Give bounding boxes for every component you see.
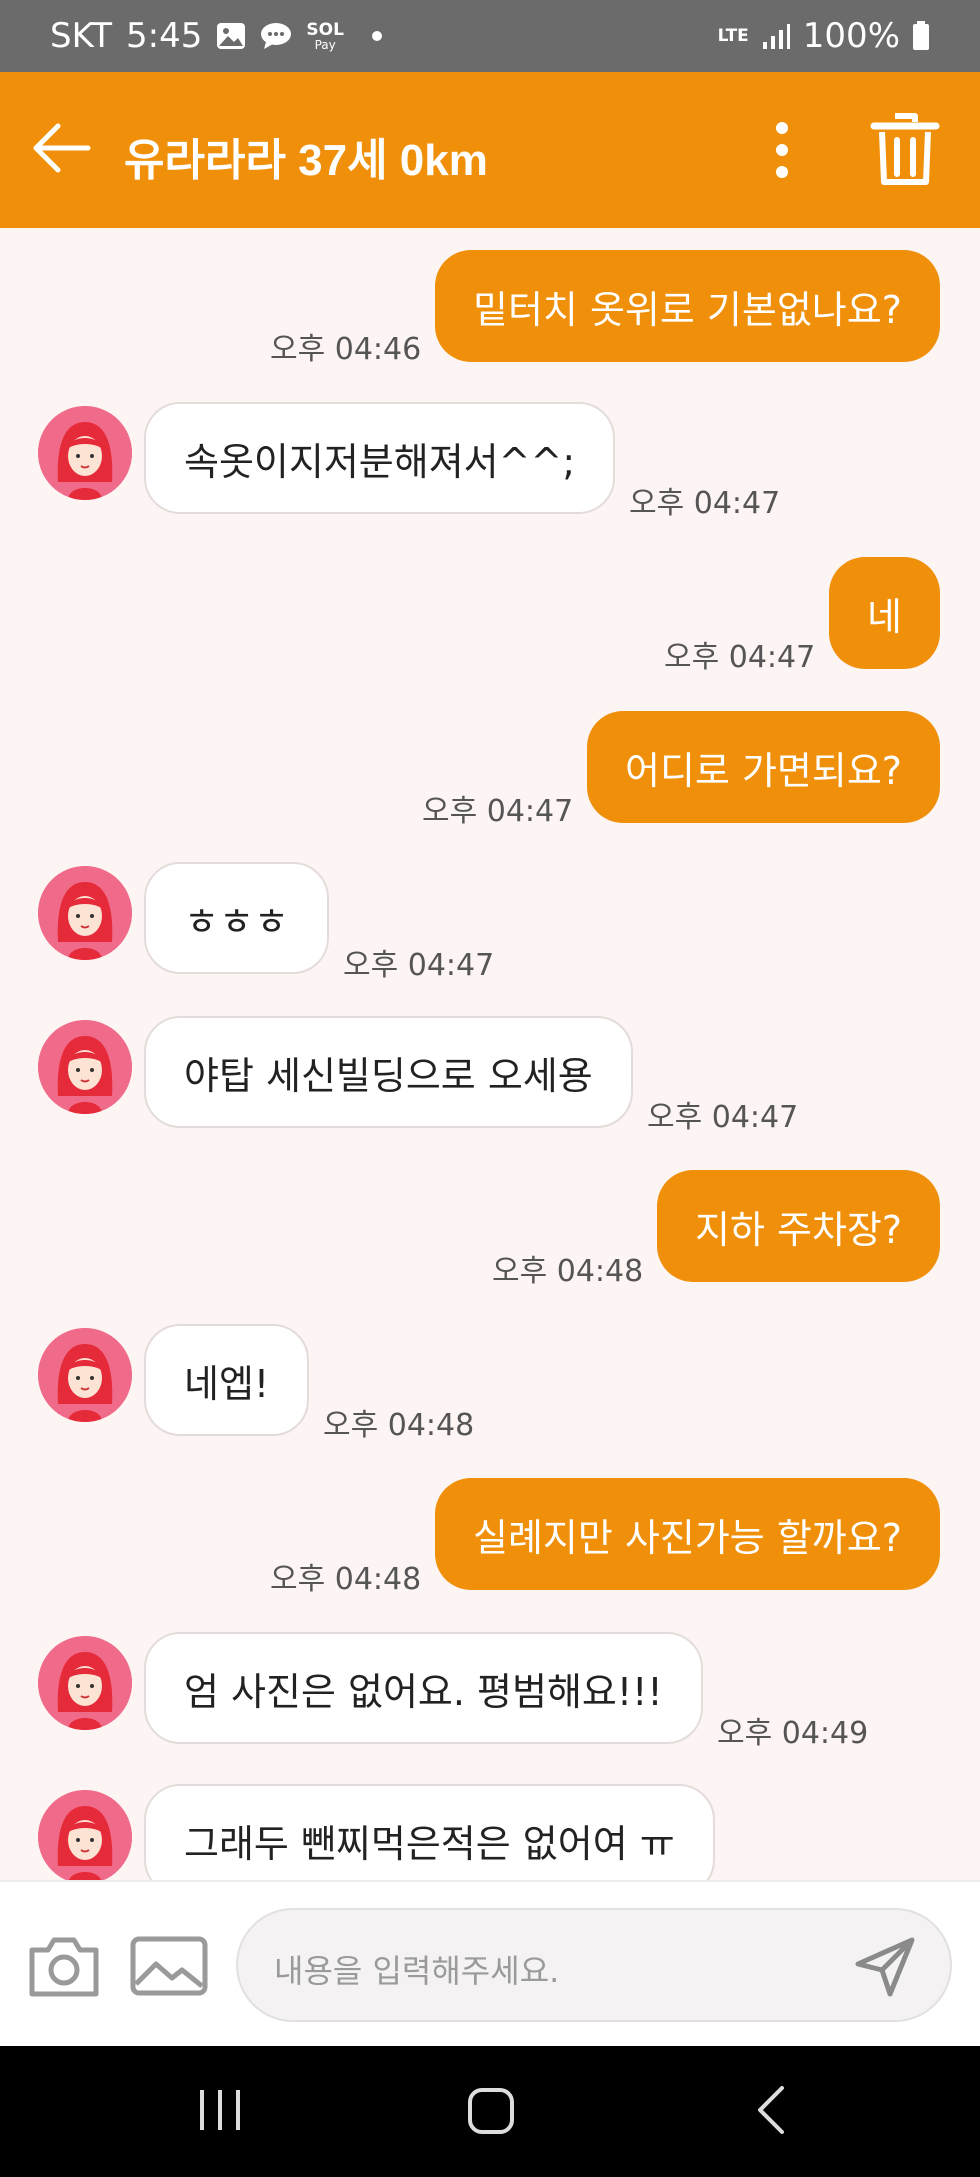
arrow-left-icon [33, 123, 91, 173]
message-composer: 내용을 입력해주세요. [0, 1880, 980, 2046]
avatar-girl-icon [38, 866, 132, 960]
message-bubble-incoming[interactable]: 그래두 뺀찌먹은적은 없어여 ㅠ [144, 1784, 715, 1880]
back-button[interactable] [30, 116, 94, 180]
message-time: 오후 04:49 [717, 1716, 869, 1751]
message-bubble-outgoing[interactable]: 지하 주차장? [657, 1170, 941, 1282]
home-button[interactable] [466, 2086, 516, 2136]
delete-chat-button[interactable] [870, 112, 940, 188]
message-time: 오후 04:47 [647, 1100, 799, 1135]
recent-apps-button[interactable] [198, 2086, 242, 2134]
message-time: 오후 04:47 [664, 640, 816, 675]
sol-pay-subtext: Pay [314, 37, 336, 52]
message-time: 오후 04:46 [270, 332, 422, 367]
avatar-girl-icon [38, 1328, 132, 1422]
avatar-girl-icon [38, 1636, 132, 1730]
message-notification-icon [260, 22, 292, 50]
battery-percent: 100% [802, 16, 900, 56]
home-icon [468, 2088, 514, 2134]
back-icon [758, 2086, 784, 2134]
message-bubble-incoming[interactable]: 네엡! [144, 1324, 310, 1436]
gallery-button[interactable] [130, 1936, 208, 1996]
notification-dot-icon [371, 31, 382, 41]
sol-pay-text: SOL [306, 19, 344, 40]
message-input[interactable]: 내용을 입력해주세요. [236, 1908, 952, 2022]
more-options-button[interactable] [762, 118, 802, 182]
chat-message-list[interactable]: 오후 04:46 밑터치 옷위로 기본없나요? 속옷이지저분해져서^^; 오후 … [0, 228, 980, 1880]
camera-icon [29, 1937, 99, 1997]
message-time: 오후 04:47 [629, 486, 781, 521]
message-input-placeholder: 내용을 입력해주세요. [274, 1952, 560, 1990]
avatar[interactable] [38, 1790, 132, 1880]
status-right: LTE 100% [718, 16, 930, 56]
message-time: 오후 04:48 [323, 1408, 475, 1443]
message-time: 오후 04:48 [270, 1562, 422, 1597]
message-bubble-incoming[interactable]: 엄 사진은 없어요. 평범해요!!! [144, 1632, 703, 1744]
image-icon [130, 1936, 208, 1996]
gallery-notification-icon [216, 22, 246, 50]
avatar-girl-icon [38, 406, 132, 500]
avatar[interactable] [38, 406, 132, 500]
message-bubble-outgoing[interactable]: 네 [829, 557, 940, 669]
network-type: LTE [717, 26, 749, 46]
recent-apps-icon [200, 2090, 240, 2130]
send-button[interactable] [854, 1936, 916, 1998]
status-bar: SKT 5:45 SOL Pay LTE 100% [0, 0, 980, 72]
system-nav-bar [0, 2046, 980, 2177]
message-bubble-incoming[interactable]: 속옷이지저분해져서^^; [144, 402, 616, 514]
avatar[interactable] [38, 1328, 132, 1422]
send-icon [855, 1937, 915, 1997]
avatar-girl-icon [38, 1020, 132, 1114]
message-time: 오후 04:47 [343, 948, 495, 983]
nav-back-button[interactable] [752, 2084, 792, 2136]
message-bubble-outgoing[interactable]: 밑터치 옷위로 기본없나요? [435, 250, 940, 362]
message-time: 오후 04:47 [422, 794, 574, 829]
battery-icon [912, 21, 930, 51]
chat-header: 유라라라 37세 0km [0, 72, 980, 228]
camera-button[interactable] [26, 1934, 102, 2000]
sol-pay-icon: SOL Pay [306, 19, 344, 52]
avatar-girl-icon [38, 1790, 132, 1880]
message-bubble-outgoing[interactable]: 실례지만 사진가능 할까요? [435, 1478, 940, 1590]
chat-partner-title: 유라라라 37세 0km [124, 136, 488, 185]
trash-icon [870, 113, 940, 185]
clock: 5:45 [126, 16, 203, 56]
message-bubble-incoming[interactable]: 야탑 세신빌딩으로 오세용 [144, 1016, 633, 1128]
avatar[interactable] [38, 866, 132, 960]
more-vert-icon [776, 122, 788, 178]
message-bubble-outgoing[interactable]: 어디로 가면되요? [587, 711, 940, 823]
carrier-label: SKT [50, 16, 113, 56]
message-time: 오후 04:48 [492, 1254, 644, 1289]
signal-icon [761, 22, 791, 50]
avatar[interactable] [38, 1636, 132, 1730]
message-bubble-incoming[interactable]: ㅎㅎㅎ [144, 862, 329, 974]
avatar[interactable] [38, 1020, 132, 1114]
status-left: SKT 5:45 SOL Pay [50, 16, 382, 56]
